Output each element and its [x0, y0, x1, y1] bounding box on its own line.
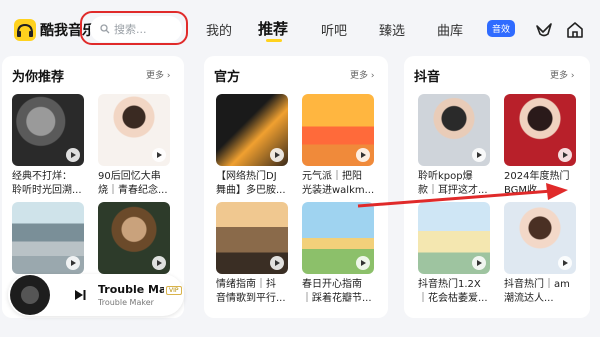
section-official: 官方 更多 › 【网络热门DJ 舞曲】多巴胺... 元气派｜把阳光装进walkm.…	[204, 56, 388, 318]
playlist-cover	[418, 202, 490, 274]
play-icon[interactable]	[558, 148, 572, 162]
playlist-cover	[504, 94, 576, 166]
more-link[interactable]: 更多 ›	[550, 68, 574, 81]
album-disc[interactable]	[10, 275, 50, 315]
play-icon[interactable]	[356, 256, 370, 270]
playlist-title: 潮流达人...	[504, 293, 554, 304]
home-icon[interactable]	[565, 20, 585, 40]
playlist-cover	[98, 202, 170, 274]
playlist-title: ｜花会枯萎爱...	[418, 293, 488, 304]
playlist-cover	[12, 202, 84, 274]
vip-badge: VIP	[166, 286, 182, 295]
playlist-title: 【网络热门DJ	[216, 171, 277, 182]
mini-player[interactable]: Trouble Mak... VIP Trouble Maker	[8, 274, 184, 316]
play-pause-icon[interactable]	[74, 289, 86, 301]
playlist-title: 2024年度热门	[504, 171, 570, 182]
playlist-title: 款｜耳抨这才...	[418, 185, 488, 196]
play-icon[interactable]	[152, 148, 166, 162]
playlist-cover	[216, 202, 288, 274]
playlist-title: 90后回忆大串	[98, 171, 161, 182]
playlist-title: ｜踩着花瓣节...	[302, 293, 372, 304]
playlist-title: 抖音热门｜am	[504, 279, 570, 290]
more-link[interactable]: 更多 ›	[350, 68, 374, 81]
playlist-title: 舞曲】多巴胺...	[216, 185, 286, 196]
top-bar: 酷我音乐 搜索... 我的 推荐 听吧 臻选 曲库 音效	[0, 0, 600, 58]
playlist-cover	[504, 202, 576, 274]
playlist-title: BGM收...	[504, 185, 547, 196]
kuwo-logo-icon	[14, 19, 36, 41]
playlist-cover	[302, 202, 374, 274]
playlist-title: 元气派｜把阳	[302, 171, 362, 182]
section-title: 为你推荐	[12, 70, 65, 85]
play-icon[interactable]	[270, 148, 284, 162]
tab-selected[interactable]: 臻选	[379, 20, 405, 39]
play-icon[interactable]	[66, 148, 80, 162]
tab-recommend[interactable]: 推荐	[258, 18, 288, 39]
play-icon[interactable]	[472, 256, 486, 270]
playlist-title: 经典不打烊：	[12, 171, 72, 182]
playlist-cover	[302, 94, 374, 166]
playlist-cover	[418, 94, 490, 166]
more-link[interactable]: 更多 ›	[146, 68, 170, 81]
playlist-cover	[98, 94, 170, 166]
playlist-title: 抖音热门1.2X	[418, 279, 481, 290]
bird-icon[interactable]	[534, 20, 554, 40]
tab-listen[interactable]: 听吧	[321, 20, 347, 39]
playlist-title: 聆听kpop爆	[418, 171, 473, 182]
playlist-cover	[12, 94, 84, 166]
now-playing-title: Trouble Mak...	[98, 283, 164, 296]
play-icon[interactable]	[270, 256, 284, 270]
playlist-title: 情绪指南｜抖	[216, 279, 276, 290]
play-icon[interactable]	[152, 256, 166, 270]
sound-effect-button[interactable]: 音效	[487, 20, 515, 37]
annotation-highlight	[80, 11, 188, 45]
playlist-title: 音情歌到平行...	[216, 293, 286, 304]
tab-mine[interactable]: 我的	[206, 20, 232, 39]
section-title: 官方	[214, 70, 241, 85]
tab-library[interactable]: 曲库	[437, 20, 463, 39]
play-icon[interactable]	[66, 256, 80, 270]
playlist-title: 光装进walkm...	[302, 185, 375, 196]
active-tab-indicator	[266, 39, 282, 42]
section-douyin: 抖音 更多 › 聆听kpop爆款｜耳抨这才... 2024年度热门 BGM收...…	[404, 56, 590, 318]
playlist-title: 烧｜青春纪念...	[98, 185, 168, 196]
section-title: 抖音	[414, 70, 441, 85]
play-icon[interactable]	[558, 256, 572, 270]
playlist-cover	[216, 94, 288, 166]
now-playing-artist: Trouble Maker	[98, 298, 154, 307]
playlist-title: 聆听时光回溯...	[12, 185, 82, 196]
playlist-title: 春日开心指南	[302, 279, 362, 290]
play-icon[interactable]	[356, 148, 370, 162]
play-icon[interactable]	[472, 148, 486, 162]
